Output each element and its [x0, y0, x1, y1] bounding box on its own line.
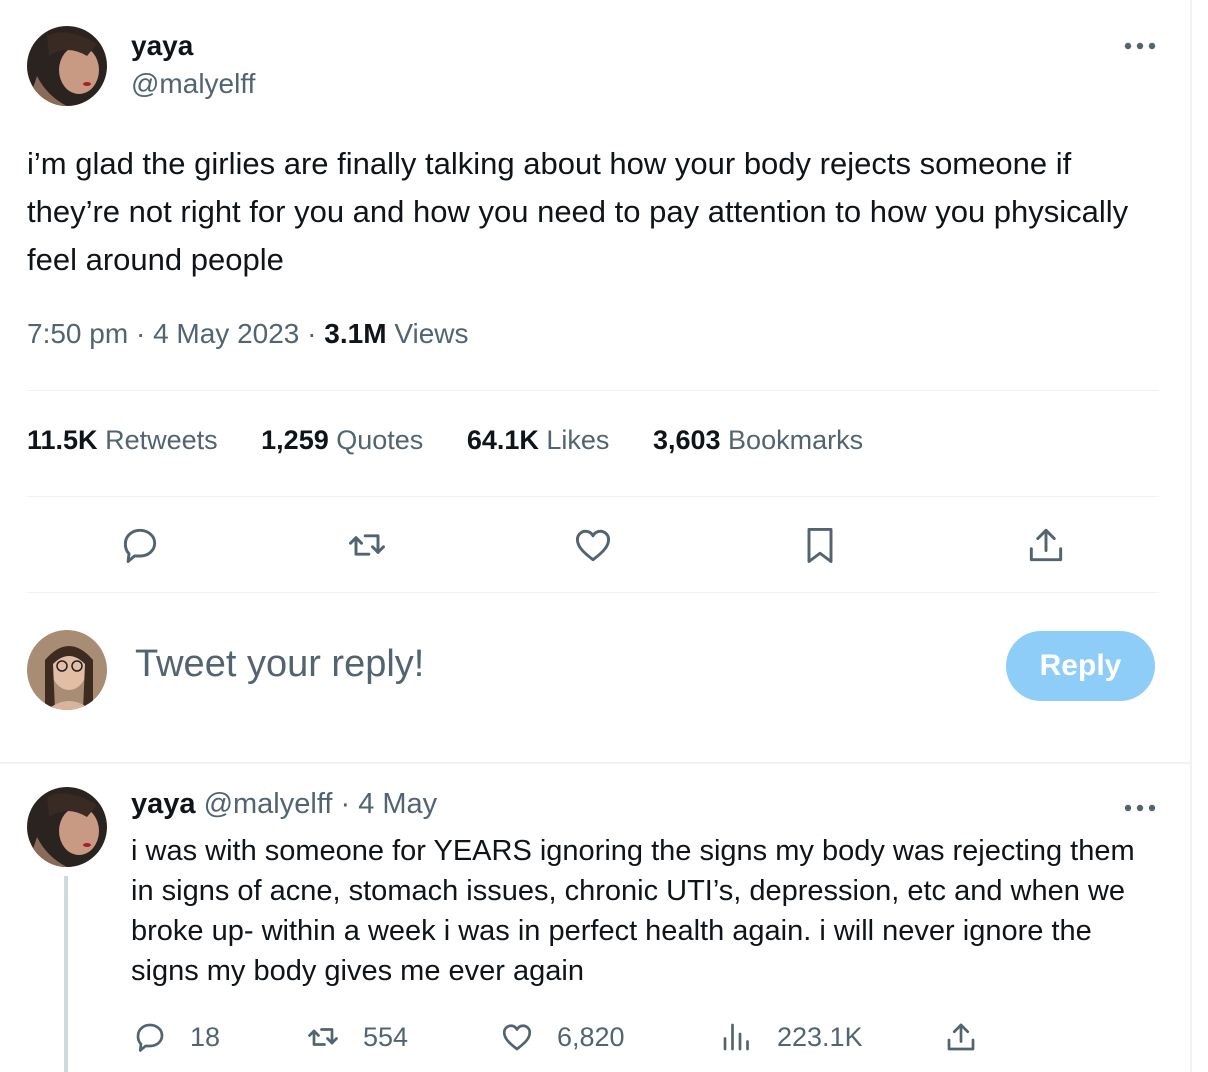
- reply-button[interactable]: Reply: [1006, 631, 1155, 701]
- tweet-meta: 7:50 pm · 4 May 2023 · 3.1M Views: [27, 318, 469, 350]
- reply-avatar-image: [27, 787, 107, 867]
- views-label: Views: [394, 318, 469, 349]
- thread-line: [64, 876, 68, 1072]
- user-avatar[interactable]: [27, 630, 107, 710]
- quotes-stat[interactable]: 1,259 Quotes: [261, 425, 423, 455]
- reply-count: 18: [190, 1021, 221, 1052]
- reply-views-action[interactable]: 223.1K: [719, 1017, 863, 1057]
- separator: ·: [307, 318, 325, 349]
- reply-more-options-icon[interactable]: [1122, 798, 1162, 818]
- share-icon[interactable]: [1024, 523, 1068, 567]
- avatar-image: [27, 26, 107, 106]
- reply-retweet-action[interactable]: 554: [305, 1017, 408, 1057]
- author-handle[interactable]: @malyelff: [131, 68, 255, 100]
- retweets-stat[interactable]: 11.5K Retweets: [27, 425, 218, 455]
- tweet-text: i’m glad the girlies are finally talking…: [27, 146, 1129, 277]
- reply-author-name[interactable]: yaya: [131, 788, 196, 820]
- reply-icon: [136, 1023, 164, 1052]
- likes-stat[interactable]: 64.1K Likes: [467, 425, 610, 455]
- retweet-count: 554: [363, 1021, 409, 1052]
- author-avatar[interactable]: [27, 26, 107, 106]
- reply-author-avatar[interactable]: [27, 787, 107, 867]
- bookmark-icon[interactable]: [798, 523, 842, 567]
- retweet-icon[interactable]: [345, 523, 389, 567]
- views-icon: [723, 1023, 749, 1051]
- section-divider: [0, 762, 1190, 764]
- reply-text: i was with someone for YEARS ignoring th…: [131, 835, 1135, 987]
- reply-icon[interactable]: [118, 523, 162, 567]
- engagement-stats: 11.5K Retweets 1,259 Quotes 64.1K Likes …: [27, 425, 899, 456]
- reply-header: yaya @malyelff · 4 May: [131, 788, 437, 821]
- tweet-date[interactable]: 4 May 2023: [153, 318, 299, 349]
- bookmarks-stat[interactable]: 3,603 Bookmarks: [653, 425, 863, 455]
- reply-share-action[interactable]: [943, 1017, 1001, 1057]
- reply-like-action[interactable]: 6,820: [499, 1017, 625, 1057]
- divider: [27, 496, 1159, 497]
- separator: ·: [135, 318, 154, 349]
- divider: [27, 592, 1159, 593]
- separator: ·: [340, 788, 359, 820]
- author-name[interactable]: yaya: [131, 30, 193, 62]
- user-avatar-image: [27, 630, 107, 710]
- retweet-icon: [308, 1028, 338, 1046]
- like-icon[interactable]: [571, 523, 615, 567]
- views-count: 3.1M: [324, 318, 387, 349]
- share-icon: [947, 1023, 975, 1051]
- reply-input[interactable]: Tweet your reply!: [135, 643, 424, 686]
- views-count: 223.1K: [777, 1021, 863, 1052]
- divider: [27, 390, 1159, 391]
- reply-author-handle[interactable]: @malyelff: [204, 788, 333, 820]
- like-count: 6,820: [557, 1021, 625, 1052]
- more-options-icon[interactable]: [1122, 36, 1162, 56]
- tweet-time[interactable]: 7:50 pm: [27, 318, 128, 349]
- reply-replies-action[interactable]: 18: [132, 1017, 220, 1057]
- reply-date[interactable]: 4 May: [358, 788, 437, 820]
- like-icon: [502, 1024, 532, 1051]
